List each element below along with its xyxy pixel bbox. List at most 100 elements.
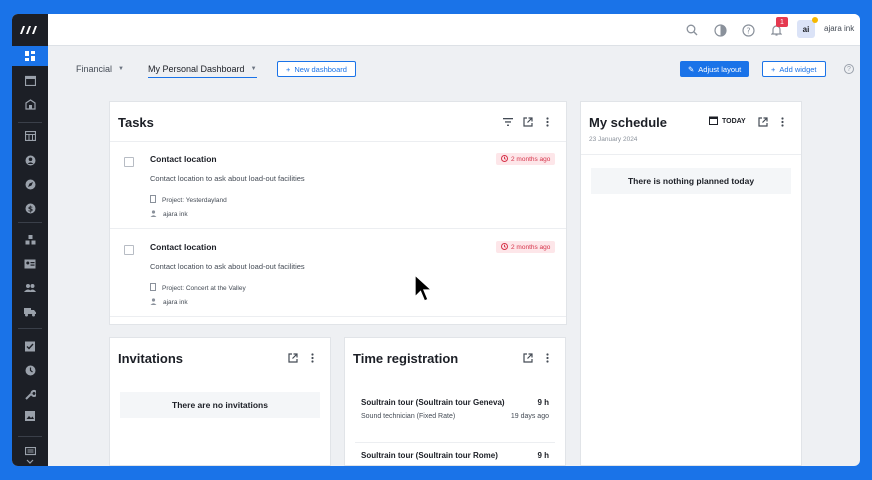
venue-icon[interactable]	[18, 94, 42, 114]
tab-financial[interactable]: Financial ▼	[76, 64, 124, 74]
task-project: Project: Concert at the Valley	[150, 283, 246, 293]
due-text: 2 months ago	[511, 243, 551, 251]
open-external-icon[interactable]	[522, 352, 533, 363]
avatar[interactable]: ai	[797, 20, 815, 38]
clock-icon	[501, 154, 508, 164]
inventory-icon[interactable]	[18, 230, 42, 250]
task-checkbox[interactable]	[124, 157, 134, 167]
top-bar: ? 1 ai ajara ink	[48, 14, 860, 46]
plus-icon: +	[286, 64, 291, 74]
empty-schedule-message: There is nothing planned today	[591, 168, 791, 194]
help-icon[interactable]: ?	[740, 22, 756, 38]
time-registration-widget: Time registration Soultrain tour (Soultr…	[344, 337, 566, 466]
table-icon[interactable]	[18, 126, 42, 146]
sidebar-divider	[18, 122, 42, 123]
schedule-date: 23 January 2024	[589, 136, 638, 143]
new-dashboard-label: New dashboard	[294, 64, 347, 74]
time-entry-hours: 9 h	[537, 451, 549, 460]
empty-invitations-message: There are no invitations	[120, 392, 320, 418]
task-item[interactable]: Contact location Contact location to ask…	[110, 230, 566, 317]
widget-actions	[757, 116, 788, 127]
divider	[581, 154, 801, 155]
tab-label: My Personal Dashboard	[148, 64, 245, 74]
search-icon[interactable]	[684, 22, 700, 38]
widget-actions	[287, 352, 318, 363]
due-text: 2 months ago	[511, 155, 551, 163]
svg-text:$: $	[27, 204, 32, 213]
more-vert-icon[interactable]	[542, 352, 553, 363]
person-icon	[150, 210, 157, 219]
time-entry-role: Sound technician (Fixed Rate)	[361, 413, 456, 420]
caret-down-icon: ▼	[250, 66, 257, 72]
widget-actions	[502, 116, 553, 127]
widget-title: Tasks	[118, 115, 154, 130]
status-dot	[812, 17, 818, 23]
task-assignee: ajara ink	[150, 210, 188, 219]
explore-icon[interactable]	[18, 174, 42, 194]
dashboard-toolbar: Financial ▼ My Personal Dashboard ▼ + Ne…	[48, 46, 860, 92]
people-icon[interactable]	[18, 278, 42, 298]
more-vert-icon[interactable]	[307, 352, 318, 363]
calendar-icon	[709, 116, 718, 127]
app-logo[interactable]	[12, 14, 48, 46]
task-assignee: ajara ink	[150, 298, 188, 307]
dashboard-icon[interactable]	[12, 46, 48, 66]
filter-icon[interactable]	[502, 116, 513, 127]
task-assignee-text: ajara ink	[163, 211, 188, 218]
add-widget-label: Add widget	[779, 64, 817, 74]
due-badge: 2 months ago	[496, 241, 556, 253]
checklist-icon[interactable]	[18, 336, 42, 356]
task-item[interactable]: Contact location Contact location to ask…	[110, 142, 566, 229]
add-widget-button[interactable]: + Add widget	[762, 61, 826, 77]
image-icon[interactable]	[18, 406, 42, 426]
more-vert-icon[interactable]	[777, 116, 788, 127]
question-icon[interactable]: ?	[844, 64, 854, 74]
today-button[interactable]: TODAY	[709, 116, 746, 127]
person-icon	[150, 298, 157, 307]
app-window: $ ? 1 ai ajara ink Financial ▼ My Person…	[12, 14, 860, 466]
crew-card-icon[interactable]	[18, 254, 42, 274]
task-project-text: Project: Concert at the Valley	[162, 284, 246, 292]
open-external-icon[interactable]	[757, 116, 768, 127]
finance-icon[interactable]: $	[18, 198, 42, 218]
invitations-widget: Invitations There are no invitations	[109, 337, 331, 466]
svg-text:?: ?	[746, 26, 750, 35]
sidebar-divider	[18, 436, 42, 437]
schedule-widget: My schedule 23 January 2024 TODAY There …	[580, 101, 802, 466]
wrench-icon[interactable]	[18, 384, 42, 404]
sidebar: $	[12, 14, 48, 466]
task-assignee-text: ajara ink	[163, 299, 188, 306]
time-entry-hours: 9 h	[537, 398, 549, 407]
tasks-widget: Tasks Contact location Contact location …	[109, 101, 567, 325]
theme-icon[interactable]	[712, 22, 728, 38]
task-checkbox[interactable]	[124, 245, 134, 255]
user-name[interactable]: ajara ink	[824, 24, 854, 33]
time-entry[interactable]: Soultrain tour (Soultrain tour Rome) 9 h	[355, 442, 555, 466]
widget-actions	[522, 352, 553, 363]
truck-icon[interactable]	[18, 302, 42, 322]
adjust-layout-button[interactable]: ✎ Adjust layout	[680, 61, 750, 77]
new-dashboard-button[interactable]: + New dashboard	[277, 61, 356, 77]
document-icon	[150, 195, 156, 205]
widget-title: My schedule	[589, 115, 668, 130]
more-vert-icon[interactable]	[542, 116, 553, 127]
chevron-down-icon[interactable]	[18, 456, 42, 466]
contact-icon[interactable]	[18, 150, 42, 170]
time-entry-ago: 19 days ago	[510, 413, 549, 420]
adjust-layout-label: Adjust layout	[698, 64, 742, 74]
tab-my-personal-dashboard[interactable]: My Personal Dashboard ▼	[148, 64, 257, 78]
today-label: TODAY	[722, 118, 746, 125]
task-project-text: Project: Yesterdayland	[162, 196, 227, 204]
open-external-icon[interactable]	[287, 352, 298, 363]
sidebar-divider	[18, 328, 42, 329]
clock-icon[interactable]	[18, 360, 42, 380]
calendar-icon[interactable]	[18, 70, 42, 90]
open-external-icon[interactable]	[522, 116, 533, 127]
time-entry[interactable]: Soultrain tour (Soultrain tour Geneva) 9…	[355, 390, 555, 430]
task-description: Contact location to ask about load-out f…	[150, 174, 305, 183]
task-title: Contact location	[150, 154, 217, 164]
task-project: Project: Yesterdayland	[150, 195, 227, 205]
sidebar-divider	[18, 222, 42, 223]
task-description: Contact location to ask about load-out f…	[150, 262, 305, 271]
widget-title: Time registration	[353, 351, 459, 366]
